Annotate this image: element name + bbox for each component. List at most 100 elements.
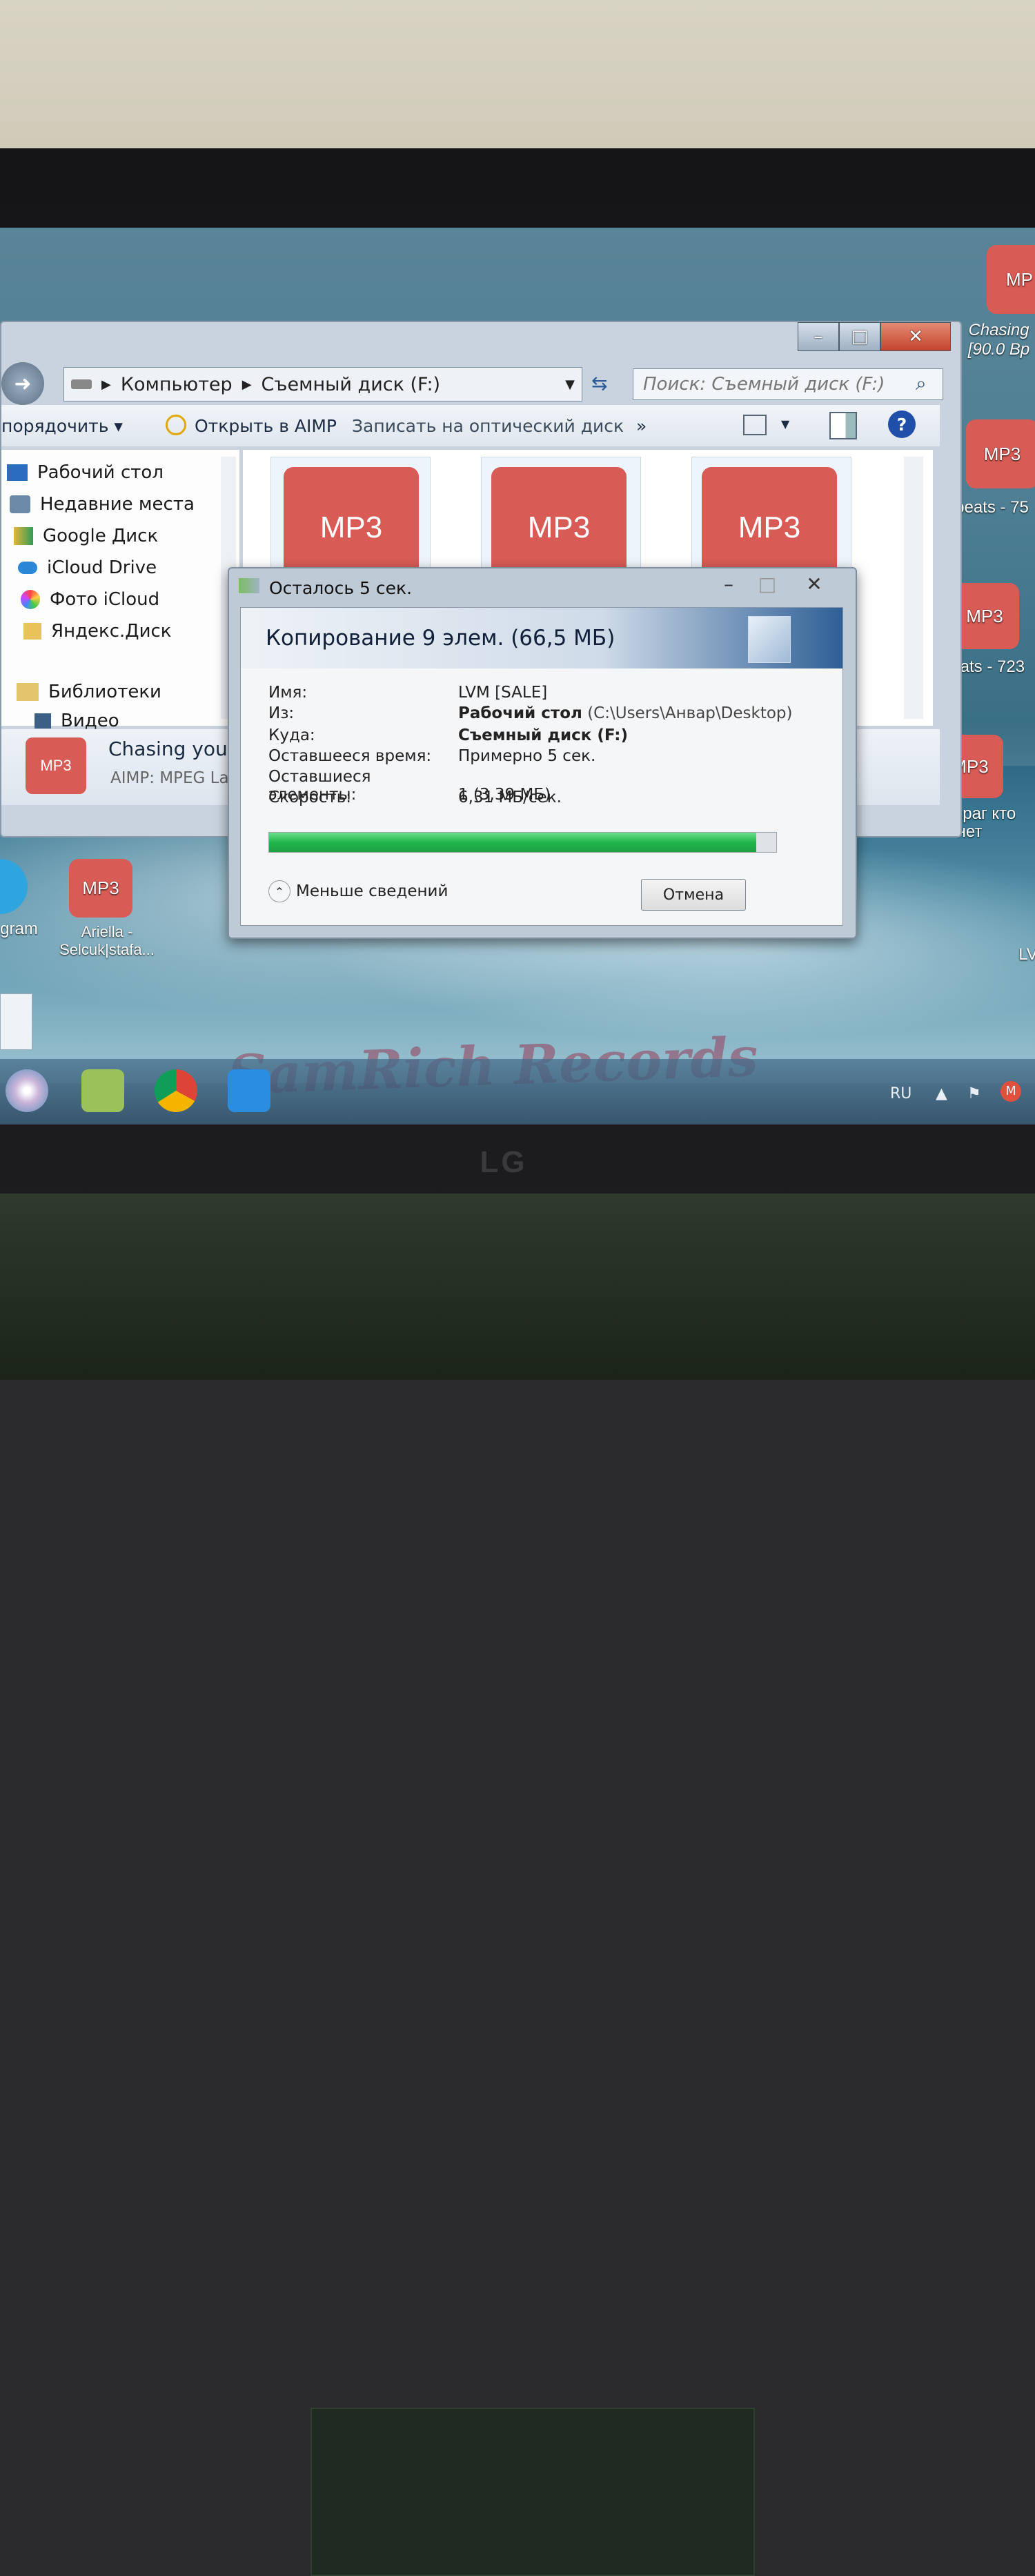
address-dropdown-icon[interactable]: ▼ — [565, 377, 575, 392]
address-bar[interactable]: ▶ Компьютер ▶ Съемный диск (F:) ▼ — [63, 367, 582, 402]
navigation-pane: Рабочий стол Недавние места Google Диск … — [1, 450, 239, 731]
view-options-icon[interactable] — [743, 415, 767, 435]
row-name: Имя: LVM [SALE] — [268, 684, 548, 702]
more-commands-button[interactable]: » — [636, 416, 647, 436]
desktop-file-label: Chasing [90.0 Bp — [967, 321, 1030, 359]
row-from: Из: Рабочий стол (C:\Users\Анвар\Desktop) — [268, 704, 793, 722]
dialog-minimize-button[interactable]: – — [709, 571, 748, 596]
nav-item-video[interactable]: Видео — [34, 711, 119, 731]
dialog-body: Копирование 9 элем. (66,5 МБ) Имя: LVM [S… — [240, 607, 843, 926]
destination-link[interactable]: Съемный диск (F:) — [458, 726, 628, 744]
dialog-window-controls: – □ ✕ — [709, 571, 842, 596]
desktop-shortcut-telegram[interactable]: gram — [0, 859, 38, 939]
refresh-button[interactable]: ⇆ — [591, 372, 607, 395]
breadcrumb-separator-icon: ▶ — [241, 377, 252, 392]
open-in-aimp-button[interactable]: Открыть в AIMP — [195, 416, 337, 436]
dialog-header: Копирование 9 элем. (66,5 МБ) — [241, 608, 842, 668]
recent-places-icon — [10, 495, 30, 513]
folder-graphic-icon — [748, 616, 791, 663]
taskbar: RU ▲ ⚑ M — [0, 1059, 1035, 1124]
content-scrollbar[interactable] — [904, 457, 923, 719]
document-icon[interactable] — [0, 993, 32, 1050]
back-button[interactable]: ➜ — [1, 362, 44, 405]
search-input[interactable]: Поиск: Съемный диск (F:) — [633, 368, 943, 400]
shareit-icon[interactable] — [228, 1069, 270, 1112]
mp3-file-icon: MP — [987, 245, 1035, 314]
close-button[interactable]: ✕ — [880, 322, 951, 351]
nav-item-yandex-disk[interactable]: Яндекс.Диск — [23, 621, 172, 642]
progress-fill — [269, 833, 756, 852]
libraries-icon — [17, 683, 39, 701]
minimize-icon: – — [724, 572, 733, 595]
telegram-icon — [0, 859, 28, 914]
icloud-icon — [18, 562, 37, 574]
dialog-title: Осталось 5 сек. — [269, 578, 413, 598]
nav-item-recent-places[interactable]: Недавние места — [10, 494, 195, 515]
row-speed: Скорость: 6,31 МБ/сек. — [268, 789, 562, 806]
mp3-file-icon: MP3 — [26, 737, 86, 794]
desktop-file-ariella[interactable]: MP3 Ariella - Selcuk|stafa... — [52, 859, 162, 959]
breadcrumb-removable-drive[interactable]: Съемный диск (F:) — [262, 374, 441, 395]
video-library-icon — [34, 713, 51, 729]
progress-bar — [268, 832, 777, 853]
dvd-icon[interactable] — [6, 1069, 48, 1112]
nav-item-libraries[interactable]: Библиотеки — [17, 682, 161, 702]
source-link[interactable]: Рабочий стол — [458, 704, 582, 722]
drive-icon — [71, 379, 92, 389]
tray-expand-icon[interactable]: ▲ — [936, 1085, 947, 1102]
mail-tray-icon[interactable]: M — [1000, 1081, 1021, 1102]
command-bar: порядочить ▾ Открыть в AIMP Записать на … — [1, 405, 940, 446]
aimp-icon — [166, 415, 186, 435]
background-wall — [0, 0, 1035, 159]
icloud-photos-icon — [21, 590, 40, 609]
chrome-icon[interactable] — [155, 1069, 197, 1112]
breadcrumb-computer[interactable]: Компьютер — [121, 374, 233, 395]
language-indicator[interactable]: RU — [890, 1085, 911, 1102]
help-icon[interactable]: ? — [888, 410, 916, 438]
mp3-file-icon: MP3 — [69, 859, 132, 918]
cancel-button[interactable]: Отмена — [641, 879, 746, 911]
close-icon: ✕ — [908, 326, 923, 347]
close-icon: ✕ — [806, 572, 822, 595]
nav-item-google-drive[interactable]: Google Диск — [14, 526, 158, 546]
window-controls: – □ ✕ — [798, 322, 951, 351]
google-drive-icon — [14, 527, 33, 545]
minimize-icon: – — [814, 326, 823, 347]
maximize-icon: □ — [758, 572, 777, 595]
chevron-up-icon: ⌃ — [268, 880, 290, 902]
copy-heading: Копирование 9 элем. (66,5 МБ) — [266, 626, 615, 651]
minimize-button[interactable]: – — [798, 322, 839, 351]
view-dropdown-icon[interactable]: ▼ — [781, 417, 789, 430]
burn-disc-button[interactable]: Записать на оптический диск — [352, 416, 624, 436]
maximize-icon: □ — [851, 326, 869, 347]
row-to: Куда: Съемный диск (F:) — [268, 726, 628, 744]
action-center-icon[interactable]: ⚑ — [967, 1085, 981, 1102]
desktop-file-chasing[interactable]: MP Chasing [90.0 Bp — [963, 245, 1035, 359]
dialog-close-button[interactable]: ✕ — [787, 571, 842, 596]
row-time-left: Оставшееся время: Примерно 5 сек. — [268, 747, 596, 765]
desk — [0, 1193, 1035, 2576]
dialog-maximize-button: □ — [748, 571, 787, 596]
preview-pane-icon[interactable] — [829, 412, 857, 439]
organize-menu[interactable]: порядочить ▾ — [1, 416, 123, 436]
desktop-file-label: Ariella - Selcuk|stafa... — [59, 923, 155, 958]
desktop-shortcut-label: gram — [0, 920, 38, 938]
fewer-details-toggle[interactable]: ⌃ Меньше сведений — [268, 880, 448, 902]
breadcrumb-separator-icon: ▶ — [101, 377, 111, 392]
source-path: (C:\Users\Анвар\Desktop) — [587, 704, 793, 722]
nav-item-desktop[interactable]: Рабочий стол — [7, 462, 164, 483]
copy-progress-dialog: Осталось 5 сек. – □ ✕ Копирование 9 элем… — [228, 567, 857, 939]
time-remaining: Примерно 5 сек. — [458, 747, 596, 765]
forward-arrow-icon: ➜ — [14, 371, 32, 396]
yandex-disk-icon — [23, 623, 41, 640]
nav-item-icloud-photos[interactable]: Фото iCloud — [21, 589, 159, 610]
search-icon[interactable]: ⌕ — [916, 372, 927, 395]
mp3-file-icon: MP3 — [966, 419, 1035, 488]
monitor-logo: LG — [480, 1145, 528, 1179]
copy-file-name: LVM [SALE] — [458, 684, 548, 702]
circuit-board — [310, 2408, 755, 2576]
desktop-file-edge[interactable]: LV — [1018, 945, 1035, 964]
maximize-button[interactable]: □ — [839, 322, 880, 351]
android-icon[interactable] — [81, 1069, 124, 1112]
nav-item-icloud-drive[interactable]: iCloud Drive — [18, 557, 157, 578]
